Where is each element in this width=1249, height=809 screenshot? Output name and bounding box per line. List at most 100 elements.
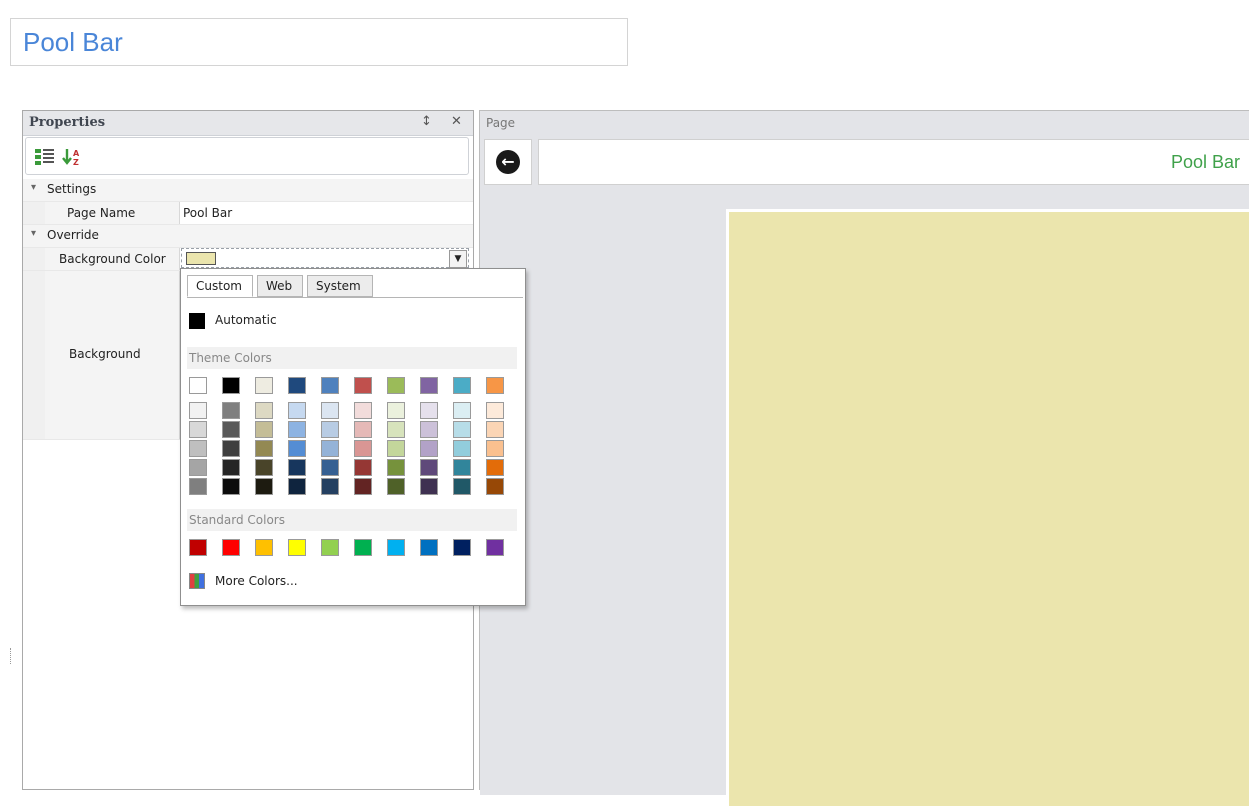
theme-shade-swatch[interactable] xyxy=(222,421,240,438)
standard-color-swatch[interactable] xyxy=(321,539,339,556)
theme-shade-swatch[interactable] xyxy=(222,440,240,457)
color-palette-icon xyxy=(189,573,205,589)
theme-color-swatch[interactable] xyxy=(420,377,438,394)
theme-shade-swatch[interactable] xyxy=(255,478,273,495)
theme-shade-swatch[interactable] xyxy=(321,440,339,457)
theme-shade-swatch[interactable] xyxy=(321,402,339,419)
background-color-dropdown[interactable]: ▼ xyxy=(181,248,469,268)
collapse-caret-icon[interactable]: ▾ xyxy=(31,228,36,239)
property-row-page-name[interactable]: Page Name Pool Bar xyxy=(23,202,473,225)
collapse-caret-icon[interactable]: ▾ xyxy=(31,182,36,193)
theme-color-swatch[interactable] xyxy=(255,377,273,394)
theme-shade-swatch[interactable] xyxy=(189,402,207,419)
page-canvas[interactable] xyxy=(726,209,1249,809)
theme-shade-swatch[interactable] xyxy=(486,459,504,476)
property-name: Page Name xyxy=(67,206,136,220)
theme-shade-swatch[interactable] xyxy=(222,478,240,495)
page-name-header: Pool Bar xyxy=(538,139,1249,185)
theme-shade-swatch[interactable] xyxy=(387,402,405,419)
standard-color-swatch[interactable] xyxy=(486,539,504,556)
theme-shade-swatch[interactable] xyxy=(354,459,372,476)
theme-shade-swatch[interactable] xyxy=(486,421,504,438)
pin-icon[interactable]: ↕ xyxy=(421,114,432,129)
page-title-field[interactable]: Pool Bar xyxy=(10,18,628,66)
theme-shade-swatch[interactable] xyxy=(453,478,471,495)
theme-shade-swatch[interactable] xyxy=(255,421,273,438)
theme-colors-header: Theme Colors xyxy=(187,347,517,369)
theme-shade-swatch[interactable] xyxy=(189,459,207,476)
standard-color-swatch[interactable] xyxy=(387,539,405,556)
category-settings[interactable]: ▾ Settings xyxy=(23,179,473,202)
theme-shade-swatch[interactable] xyxy=(288,478,306,495)
theme-shade-swatch[interactable] xyxy=(486,440,504,457)
tab-custom[interactable]: Custom xyxy=(187,275,253,297)
standard-color-swatch[interactable] xyxy=(354,539,372,556)
sort-alphabetical-icon[interactable]: A Z xyxy=(62,147,84,167)
theme-shade-swatch[interactable] xyxy=(420,478,438,495)
theme-color-swatch[interactable] xyxy=(321,377,339,394)
theme-shade-swatch[interactable] xyxy=(222,402,240,419)
theme-color-swatch[interactable] xyxy=(189,377,207,394)
theme-shade-swatch[interactable] xyxy=(222,459,240,476)
theme-shade-swatch[interactable] xyxy=(354,478,372,495)
theme-shade-swatch[interactable] xyxy=(387,421,405,438)
theme-shade-swatch[interactable] xyxy=(321,421,339,438)
theme-shade-swatch[interactable] xyxy=(189,478,207,495)
standard-color-swatch[interactable] xyxy=(453,539,471,556)
theme-color-swatch[interactable] xyxy=(288,377,306,394)
theme-shade-swatch[interactable] xyxy=(453,402,471,419)
standard-color-swatch[interactable] xyxy=(255,539,273,556)
color-picker-popup: Custom Web System Automatic Theme Colors… xyxy=(180,268,526,606)
theme-color-swatch[interactable] xyxy=(222,377,240,394)
page-name-value[interactable]: Pool Bar xyxy=(183,202,232,224)
standard-color-swatch[interactable] xyxy=(189,539,207,556)
standard-color-swatch[interactable] xyxy=(222,539,240,556)
theme-shade-swatch[interactable] xyxy=(288,421,306,438)
theme-shade-swatch[interactable] xyxy=(486,402,504,419)
resize-handle[interactable] xyxy=(10,648,13,664)
categorized-view-icon[interactable] xyxy=(34,147,56,167)
back-arrow-icon: ← xyxy=(496,150,520,174)
theme-shade-swatch[interactable] xyxy=(189,421,207,438)
theme-color-swatch[interactable] xyxy=(453,377,471,394)
theme-shade-swatch[interactable] xyxy=(189,440,207,457)
theme-shade-swatch[interactable] xyxy=(354,440,372,457)
category-override[interactable]: ▾ Override xyxy=(23,225,473,248)
theme-shade-swatch[interactable] xyxy=(288,459,306,476)
theme-shade-swatch[interactable] xyxy=(387,459,405,476)
selected-color-swatch xyxy=(186,252,216,265)
page-panel: Page ← Pool Bar xyxy=(479,110,1249,809)
standard-color-swatch[interactable] xyxy=(420,539,438,556)
standard-color-swatch[interactable] xyxy=(288,539,306,556)
theme-shade-swatch[interactable] xyxy=(453,459,471,476)
theme-shade-swatch[interactable] xyxy=(321,459,339,476)
theme-shade-swatch[interactable] xyxy=(420,440,438,457)
theme-shade-swatch[interactable] xyxy=(321,478,339,495)
theme-shade-swatch[interactable] xyxy=(453,421,471,438)
color-picker-tabs: Custom Web System xyxy=(187,275,523,298)
theme-color-swatch[interactable] xyxy=(486,377,504,394)
theme-shade-swatch[interactable] xyxy=(255,402,273,419)
theme-shade-swatch[interactable] xyxy=(453,440,471,457)
theme-shade-swatch[interactable] xyxy=(255,440,273,457)
tab-system[interactable]: System xyxy=(307,275,373,297)
theme-shade-swatch[interactable] xyxy=(288,402,306,419)
theme-color-swatch[interactable] xyxy=(354,377,372,394)
theme-shade-swatch[interactable] xyxy=(387,478,405,495)
close-icon[interactable]: ✕ xyxy=(451,114,462,129)
properties-header: Properties ↕ ✕ xyxy=(23,111,473,136)
theme-shade-swatch[interactable] xyxy=(288,440,306,457)
tab-web[interactable]: Web xyxy=(257,275,303,297)
back-button[interactable]: ← xyxy=(484,139,532,185)
theme-shade-swatch[interactable] xyxy=(420,459,438,476)
theme-shade-swatch[interactable] xyxy=(420,421,438,438)
theme-color-swatch[interactable] xyxy=(387,377,405,394)
theme-shade-swatch[interactable] xyxy=(354,421,372,438)
theme-shade-swatch[interactable] xyxy=(387,440,405,457)
theme-shade-swatch[interactable] xyxy=(354,402,372,419)
theme-shade-swatch[interactable] xyxy=(486,478,504,495)
properties-title: Properties xyxy=(29,115,106,130)
theme-shade-swatch[interactable] xyxy=(420,402,438,419)
theme-shade-swatch[interactable] xyxy=(255,459,273,476)
dropdown-arrow-icon[interactable]: ▼ xyxy=(449,250,467,268)
